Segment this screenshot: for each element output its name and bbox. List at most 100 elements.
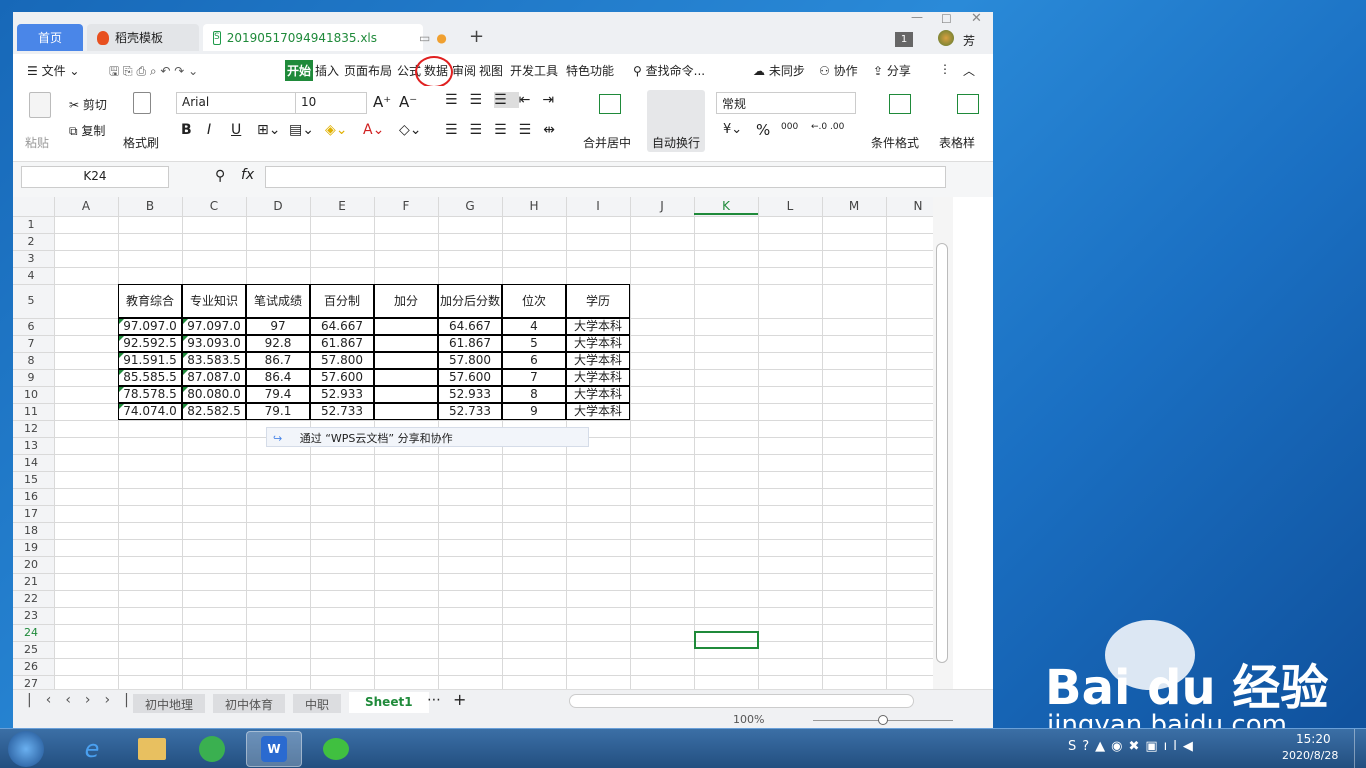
- folder-icon[interactable]: [124, 731, 180, 767]
- file-menu[interactable]: ☰ 文件 ⌄: [27, 62, 79, 79]
- table-cell[interactable]: 97: [246, 318, 310, 335]
- table-header-cell[interactable]: 百分制: [310, 284, 374, 318]
- add-sheet-button[interactable]: +: [453, 690, 466, 709]
- format-painter-icon[interactable]: [133, 92, 151, 114]
- column-header-D[interactable]: D: [246, 199, 310, 213]
- row-header-16[interactable]: 16: [13, 488, 49, 505]
- table-cell[interactable]: [374, 403, 438, 420]
- row-header-21[interactable]: 21: [13, 573, 49, 590]
- table-cell[interactable]: 97.097.0: [118, 318, 182, 335]
- currency-icon[interactable]: ¥⌄: [723, 122, 742, 137]
- table-cell[interactable]: 9: [502, 403, 566, 420]
- table-cell[interactable]: 57.600: [438, 369, 502, 386]
- table-cell[interactable]: 大学本科: [566, 318, 630, 335]
- table-cell[interactable]: 61.867: [310, 335, 374, 352]
- table-cell[interactable]: 6: [502, 352, 566, 369]
- table-cell[interactable]: 大学本科: [566, 386, 630, 403]
- name-box[interactable]: K24: [21, 166, 169, 188]
- row-header-22[interactable]: 22: [13, 590, 49, 607]
- row-header-24[interactable]: 24: [13, 624, 49, 641]
- table-cell[interactable]: 86.7: [246, 352, 310, 369]
- table-cell[interactable]: 80.080.0: [182, 386, 246, 403]
- menu-tab-special[interactable]: 特色功能: [566, 62, 614, 79]
- table-cell[interactable]: 87.087.0: [182, 369, 246, 386]
- row-header-20[interactable]: 20: [13, 556, 49, 573]
- table-header-cell[interactable]: 加分: [374, 284, 438, 318]
- column-header-F[interactable]: F: [374, 199, 438, 213]
- column-header-H[interactable]: H: [502, 199, 566, 213]
- window-count-badge[interactable]: 1: [895, 32, 913, 47]
- table-cell[interactable]: [374, 386, 438, 403]
- avatar[interactable]: [938, 30, 954, 46]
- row-header-17[interactable]: 17: [13, 505, 49, 522]
- merge-icon[interactable]: [599, 94, 621, 114]
- vertical-scroll-thumb[interactable]: [936, 243, 948, 663]
- column-header-M[interactable]: M: [822, 199, 886, 213]
- format-painter-button[interactable]: 格式刷: [123, 134, 159, 151]
- border-icon[interactable]: ⊞⌄: [257, 122, 280, 138]
- wechat-icon[interactable]: [308, 731, 364, 767]
- zoom-search-icon[interactable]: ⚲: [215, 168, 225, 184]
- show-desktop-button[interactable]: [1354, 729, 1366, 768]
- sheet-nav-icons[interactable]: |‹‹››|: [27, 692, 143, 708]
- table-cell[interactable]: [374, 335, 438, 352]
- table-header-cell[interactable]: 教育综合: [118, 284, 182, 318]
- selected-cell-k24[interactable]: [694, 631, 759, 649]
- table-cell[interactable]: [374, 318, 438, 335]
- row-header-2[interactable]: 2: [13, 233, 49, 250]
- row-header-12[interactable]: 12: [13, 420, 49, 437]
- font-size-select[interactable]: 10: [295, 92, 367, 114]
- horizontal-scrollbar[interactable]: [569, 694, 914, 708]
- table-cell[interactable]: 大学本科: [566, 335, 630, 352]
- share-button[interactable]: ⇪ 分享: [873, 62, 911, 79]
- quick-access-icons[interactable]: 🖫 ⎘ ⎙ ⌕ ↶ ↷ ⌄: [109, 62, 198, 83]
- row-header-26[interactable]: 26: [13, 658, 49, 675]
- row-header-5[interactable]: 5: [13, 284, 49, 318]
- thousands-button[interactable]: 000: [781, 122, 798, 132]
- sheet-tab-geography[interactable]: 初中地理: [133, 694, 206, 714]
- column-header-C[interactable]: C: [182, 199, 246, 213]
- ie-icon[interactable]: e: [64, 731, 120, 767]
- row-header-11[interactable]: 11: [13, 403, 49, 420]
- horizontal-align-icons[interactable]: ☰☰☰☰⇹: [445, 122, 567, 138]
- column-header-I[interactable]: I: [566, 199, 630, 213]
- monitor-icon[interactable]: ▭: [419, 31, 430, 45]
- tab-templates[interactable]: 稻壳模板: [87, 24, 199, 51]
- row-header-15[interactable]: 15: [13, 471, 49, 488]
- menu-tab-view[interactable]: 视图: [479, 62, 503, 79]
- row-header-23[interactable]: 23: [13, 607, 49, 624]
- table-cell[interactable]: 64.667: [438, 318, 502, 335]
- table-header-cell[interactable]: 学历: [566, 284, 630, 318]
- formula-input[interactable]: [265, 166, 946, 188]
- cell-style-icon[interactable]: ▤⌄: [289, 122, 314, 138]
- table-cell[interactable]: 92.8: [246, 335, 310, 352]
- table-cell[interactable]: 86.4: [246, 369, 310, 386]
- row-header-13[interactable]: 13: [13, 437, 49, 454]
- merge-center-button[interactable]: 合并居中: [583, 134, 631, 151]
- table-style-icon[interactable]: [957, 94, 979, 114]
- row-header-19[interactable]: 19: [13, 539, 49, 556]
- collab-button[interactable]: ⚇ 协作: [819, 62, 858, 79]
- sync-button[interactable]: ☁ 未同步: [753, 62, 805, 79]
- table-cell[interactable]: 85.585.5: [118, 369, 182, 386]
- table-cell[interactable]: 82.582.5: [182, 403, 246, 420]
- copy-button[interactable]: ⧉ 复制: [69, 122, 105, 139]
- table-cell[interactable]: 97.097.0: [182, 318, 246, 335]
- table-style-button[interactable]: 表格样: [939, 134, 975, 151]
- table-cell[interactable]: 61.867: [438, 335, 502, 352]
- tab-home[interactable]: 首页: [17, 24, 83, 51]
- paste-icon[interactable]: [29, 92, 51, 118]
- paste-button[interactable]: 粘贴: [25, 134, 49, 151]
- table-cell[interactable]: 92.592.5: [118, 335, 182, 352]
- cloud-share-tip[interactable]: ↪ 通过 “WPS云文档” 分享和协作: [266, 427, 589, 447]
- table-cell[interactable]: 79.4: [246, 386, 310, 403]
- row-header-1[interactable]: 1: [13, 216, 49, 233]
- more-icon[interactable]: ⋮: [939, 62, 951, 76]
- table-cell[interactable]: 64.667: [310, 318, 374, 335]
- clock-date[interactable]: 2020/8/28: [1282, 749, 1338, 762]
- percent-button[interactable]: %: [756, 121, 770, 139]
- browser-icon[interactable]: [184, 731, 240, 767]
- table-cell[interactable]: [374, 369, 438, 386]
- table-cell[interactable]: 8: [502, 386, 566, 403]
- menu-tab-developer[interactable]: 开发工具: [510, 62, 558, 79]
